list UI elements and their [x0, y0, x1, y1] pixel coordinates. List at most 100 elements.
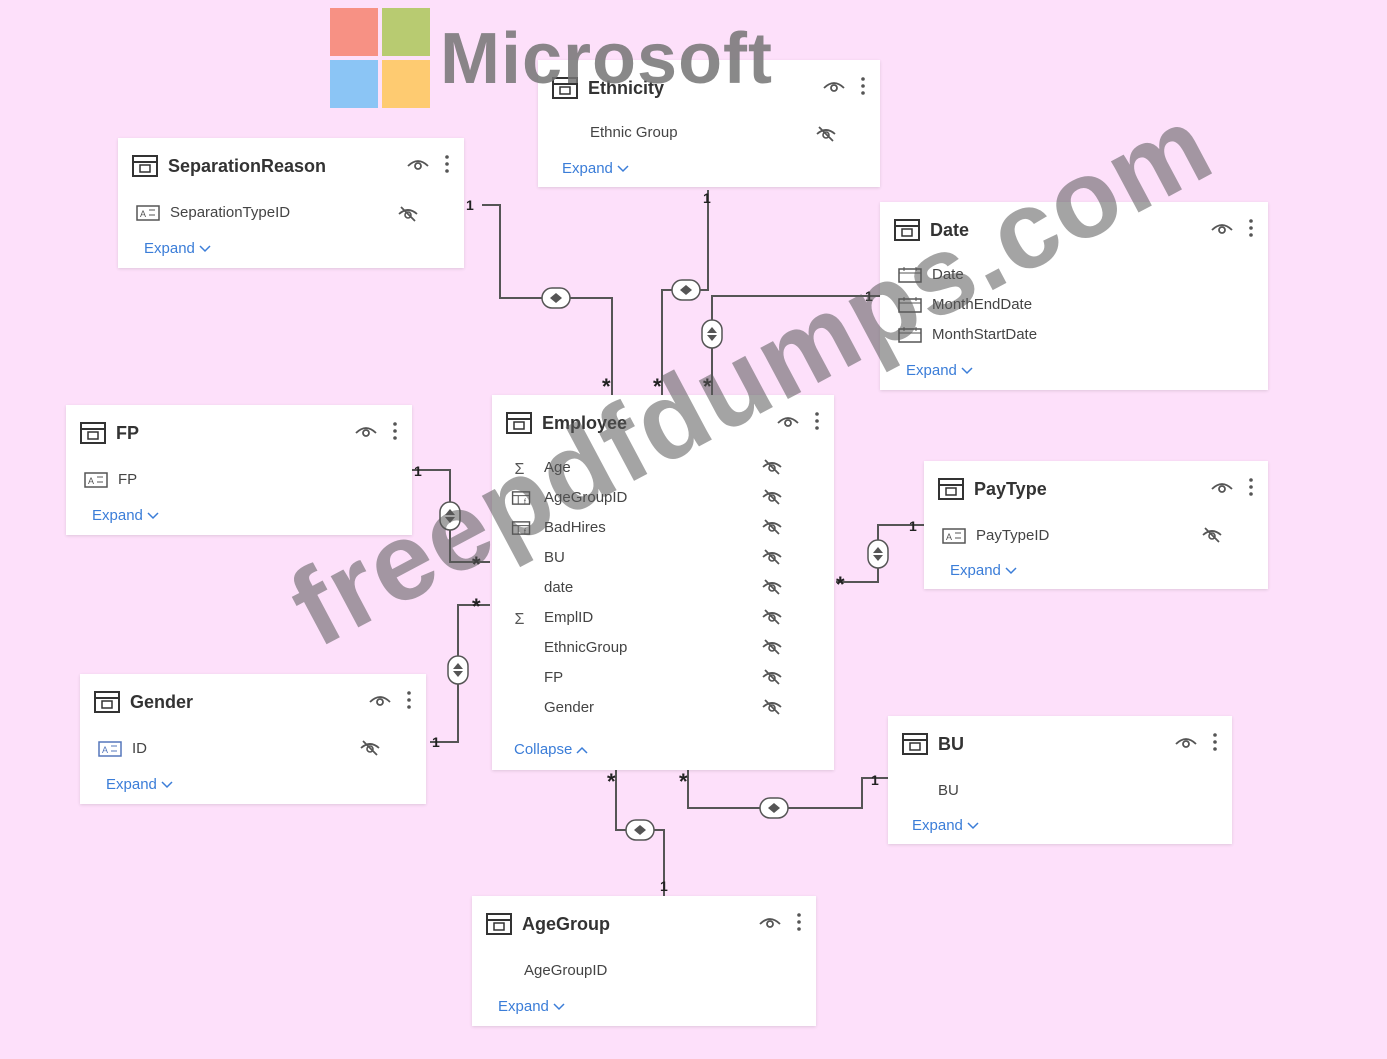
expand-link[interactable]: Expand [912, 817, 979, 834]
field-id[interactable]: A ID [98, 740, 147, 757]
table-card-paytype[interactable]: PayType A PayTypeID Expand [924, 461, 1268, 589]
field-date[interactable]: Date [898, 266, 964, 283]
more-options-icon[interactable] [1248, 477, 1254, 497]
more-options-icon[interactable] [444, 154, 450, 174]
eye-icon[interactable] [776, 413, 800, 429]
table-card-bu[interactable]: BU BU Expand [888, 716, 1232, 844]
table-icon [902, 733, 928, 755]
eye-hidden-icon[interactable] [760, 487, 784, 507]
employee-field-row[interactable]: FP [510, 669, 563, 686]
eye-hidden-icon[interactable] [1200, 525, 1224, 545]
svg-text:1: 1 [865, 288, 873, 304]
field-label: ID [132, 740, 147, 757]
employee-field-row[interactable]: Σ Age [510, 459, 570, 476]
more-options-icon[interactable] [392, 421, 398, 441]
table-card-agegroup[interactable]: AgeGroup AgeGroupID Expand [472, 896, 816, 1026]
field-ethnic-group[interactable]: Ethnic Group [590, 124, 678, 141]
field-label: FP [118, 471, 138, 488]
expand-link[interactable]: Expand [950, 562, 1017, 579]
eye-icon[interactable] [1210, 479, 1234, 495]
field-bu[interactable]: BU [938, 782, 959, 799]
logo-square-red [330, 8, 378, 56]
field-monthenddate[interactable]: MonthEndDate [898, 296, 1032, 313]
field-label: EthnicGroup [544, 639, 628, 656]
more-options-icon[interactable] [796, 912, 802, 932]
table-title: SeparationReason [168, 155, 327, 176]
table-card-gender[interactable]: Gender A ID Expand [80, 674, 426, 804]
expand-link[interactable]: Expand [562, 160, 629, 177]
expand-link[interactable]: Expand [906, 362, 973, 379]
model-diagram-canvas[interactable]: 1 1 1 1 1 1 1 1 * * * * * * * * Ethnicit… [0, 0, 1387, 1059]
field-separationtypeid[interactable]: A SeparationTypeID [136, 204, 290, 221]
text-field-icon: A [942, 527, 966, 544]
more-options-icon[interactable] [814, 411, 820, 431]
svg-text:1: 1 [660, 878, 668, 894]
table-card-separationreason[interactable]: SeparationReason A SeparationTypeID Expa… [118, 138, 464, 268]
expand-link[interactable]: Expand [144, 240, 211, 257]
eye-hidden-icon[interactable] [760, 637, 784, 657]
expand-link[interactable]: Expand [498, 998, 565, 1015]
chevron-down-icon [147, 512, 159, 520]
svg-text:Σ: Σ [514, 461, 524, 476]
eye-icon[interactable] [368, 692, 392, 708]
text-field-icon: A [98, 740, 122, 757]
svg-text:A: A [102, 745, 108, 755]
calendar-icon [898, 296, 922, 313]
eye-hidden-icon[interactable] [396, 204, 420, 224]
svg-text:*: * [836, 572, 845, 597]
field-monthstartdate[interactable]: MonthStartDate [898, 326, 1037, 343]
field-label: MonthEndDate [932, 296, 1033, 313]
more-options-icon[interactable] [860, 76, 866, 96]
eye-hidden-icon[interactable] [760, 547, 784, 567]
expand-link[interactable]: Expand [92, 507, 159, 524]
more-options-icon[interactable] [1212, 732, 1218, 752]
eye-icon[interactable] [1210, 220, 1234, 236]
employee-field-row[interactable]: Σ EmplID [510, 609, 593, 626]
field-label: BU [938, 782, 959, 799]
eye-icon[interactable] [406, 156, 430, 172]
field-fp[interactable]: A FP [84, 471, 137, 488]
field-agegroupid[interactable]: AgeGroupID [524, 962, 607, 979]
sigma-icon: Σ [514, 611, 524, 626]
more-options-icon[interactable] [406, 690, 412, 710]
table-icon [486, 913, 512, 935]
eye-icon[interactable] [758, 914, 782, 930]
field-label: AgeGroupID [524, 962, 608, 979]
eye-hidden-icon[interactable] [358, 738, 382, 758]
eye-hidden-icon[interactable] [814, 124, 838, 144]
calc-table-icon: f [511, 520, 531, 536]
field-label: BU [544, 549, 565, 566]
eye-hidden-icon[interactable] [760, 667, 784, 687]
expand-link[interactable]: Expand [106, 776, 173, 793]
field-paytypeid[interactable]: A PayTypeID [942, 527, 1049, 544]
eye-hidden-icon[interactable] [760, 607, 784, 627]
employee-field-row[interactable]: Gender [510, 699, 594, 716]
eye-hidden-icon[interactable] [760, 517, 784, 537]
table-card-employee[interactable]: Employee Σ Age f AgeGroupID f BadHires BU date Σ… [492, 395, 834, 770]
table-title: Date [930, 219, 970, 240]
employee-field-row[interactable]: EthnicGroup [510, 639, 627, 656]
logo-wordmark: Microsoft [440, 19, 773, 99]
table-card-date[interactable]: Date Date MonthEndDate MonthStartDate Ex… [880, 202, 1268, 390]
sigma-icon: Σ [514, 461, 524, 476]
eye-hidden-icon[interactable] [760, 457, 784, 477]
calendar-icon [898, 326, 922, 343]
eye-icon[interactable] [1174, 734, 1198, 750]
table-card-fp[interactable]: FP A FP Expand [66, 405, 412, 535]
more-options-icon[interactable] [1248, 218, 1254, 238]
eye-icon[interactable] [354, 423, 378, 439]
collapse-link[interactable]: Collapse [514, 741, 588, 758]
calc-table-icon: f [511, 490, 531, 506]
eye-icon[interactable] [822, 78, 846, 94]
svg-text:*: * [607, 769, 616, 794]
employee-field-row[interactable]: f AgeGroupID [510, 489, 627, 506]
employee-field-row[interactable]: f BadHires [510, 519, 606, 536]
eye-hidden-icon[interactable] [760, 577, 784, 597]
employee-field-row[interactable]: BU [510, 549, 565, 566]
blank-icon [510, 670, 534, 686]
employee-field-row[interactable]: date [510, 579, 573, 596]
eye-hidden-icon[interactable] [760, 697, 784, 717]
svg-text:*: * [472, 594, 481, 619]
logo-square-green [382, 8, 430, 56]
field-label: Gender [544, 699, 595, 716]
